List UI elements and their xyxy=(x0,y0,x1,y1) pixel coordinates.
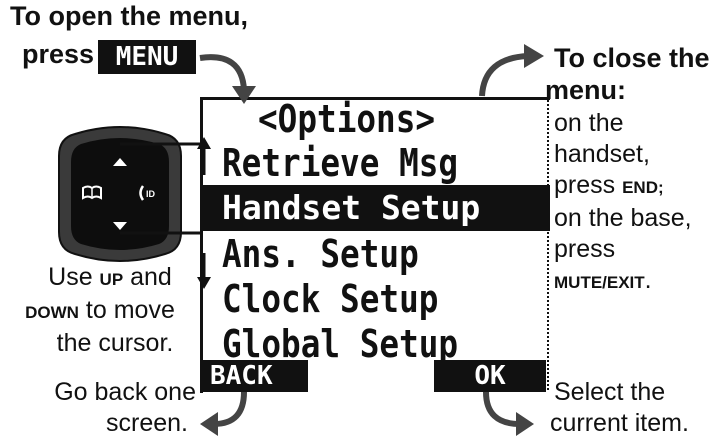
cursor-help-line-2: DOWN to move xyxy=(25,296,175,324)
close-menu-heading: To close the xyxy=(554,43,710,73)
ok-help-line-1: Select the xyxy=(554,378,666,406)
end-key-label: END xyxy=(622,178,658,197)
close-line-6: MUTE/EXIT. xyxy=(554,266,652,294)
close-menu-heading-2: menu: xyxy=(545,75,626,105)
screen-right-border xyxy=(547,97,549,390)
close-line-3: press END; xyxy=(554,171,664,199)
cursor-help-line-3: the cursor. xyxy=(56,329,174,357)
back-softkey[interactable]: BACK xyxy=(200,360,308,392)
back-help-line-2: screen. xyxy=(106,409,188,437)
menu-option-retrieve-msg[interactable]: Retrieve Msg xyxy=(222,140,458,186)
ok-help-line-2: current item. xyxy=(550,409,689,437)
mute-exit-key-label: MUTE/EXIT xyxy=(554,273,645,292)
close-line-4: on the base, xyxy=(554,204,692,232)
back-help-line-1: Go back one xyxy=(54,378,196,406)
down-key-label: DOWN xyxy=(25,303,79,322)
open-menu-heading: To open the menu, xyxy=(10,1,248,31)
close-line-2: handset, xyxy=(554,140,650,168)
menu-option-ans-setup[interactable]: Ans. Setup xyxy=(222,231,419,277)
back-help: Go back one screen. xyxy=(16,377,196,439)
back-arrow-icon xyxy=(200,391,247,436)
menu-key: MENU xyxy=(98,40,196,74)
ok-softkey[interactable]: OK xyxy=(434,360,546,392)
menu-option-clock-setup[interactable]: Clock Setup xyxy=(222,276,438,322)
close-line-5: press xyxy=(554,235,616,263)
lcd-screen: <Options> Retrieve Msg Handset Setup Ans… xyxy=(200,97,550,393)
up-key-label: UP xyxy=(99,270,124,289)
screen-title: <Options> xyxy=(258,97,436,141)
open-menu-press: press xyxy=(22,39,95,69)
close-menu-text: on the handset, press END; on the base, … xyxy=(554,108,724,298)
close-line-1: on the xyxy=(554,109,624,137)
menu-option-handset-setup[interactable]: Handset Setup xyxy=(203,185,550,231)
cursor-help: Use UP and DOWN to move the cursor. xyxy=(0,262,200,359)
connector-lines xyxy=(120,142,202,235)
cursor-help-line-1: Use UP and xyxy=(48,263,172,291)
ok-arrow-icon xyxy=(483,391,534,436)
ok-help: Select the current item. xyxy=(550,377,724,439)
close-menu-arrow-icon xyxy=(479,44,544,97)
